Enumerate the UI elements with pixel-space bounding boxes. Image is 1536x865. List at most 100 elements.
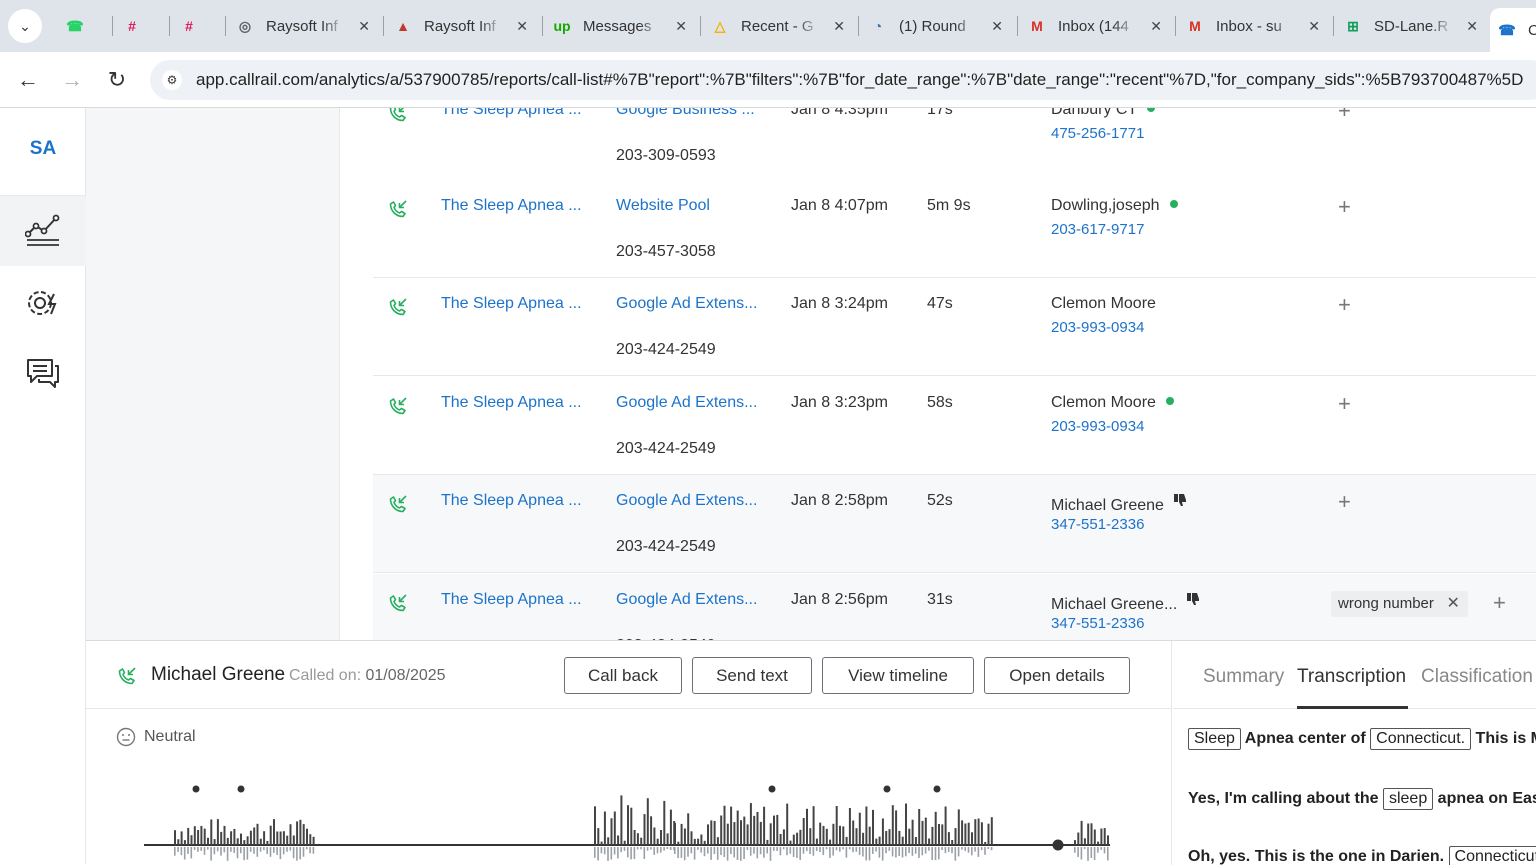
source-link[interactable]: Google Ad Extens... <box>616 492 757 510</box>
waveform-bar-secondary <box>796 847 798 858</box>
waveform-bar <box>730 806 733 845</box>
caller-name[interactable]: Michael Greene <box>1051 497 1164 514</box>
company-link[interactable]: The Sleep Apnea ... <box>441 108 582 119</box>
add-tag-icon[interactable]: + <box>1338 292 1351 318</box>
waveform-bar-secondary <box>617 847 619 859</box>
open-details-button[interactable]: Open details <box>984 657 1130 694</box>
company-link[interactable]: The Sleep Apnea ... <box>441 197 582 215</box>
settings-nav-item[interactable] <box>0 268 86 338</box>
site-settings-icon[interactable]: ⚙ <box>162 70 182 90</box>
table-row[interactable]: The Sleep Apnea ... Google Ad Extens... 20… <box>373 278 1536 376</box>
add-tag-icon[interactable]: + <box>1338 108 1351 124</box>
close-tab-icon[interactable]: ✕ <box>1150 18 1162 35</box>
view-timeline-button[interactable]: View timeline <box>822 657 974 694</box>
back-arrow-icon[interactable]: ← <box>14 66 42 94</box>
caller-phone-link[interactable]: 203-993-0934 <box>1051 418 1144 435</box>
conversations-nav-item[interactable] <box>0 338 86 408</box>
waveform-bar <box>1083 838 1086 845</box>
account-logo[interactable]: SA <box>0 138 86 160</box>
waveform-bar-secondary <box>858 847 861 855</box>
waveform-bar-secondary <box>600 847 603 854</box>
table-row[interactable]: The Sleep Apnea ... Website Pool 203-457-3… <box>373 180 1536 278</box>
source-link[interactable]: Google Ad Extens... <box>616 295 757 313</box>
company-link[interactable]: The Sleep Apnea ... <box>441 492 582 510</box>
close-tab-icon[interactable]: ✕ <box>1466 18 1478 35</box>
send-text-button[interactable]: Send text <box>692 657 812 694</box>
forward-arrow-icon[interactable]: → <box>58 66 86 94</box>
reload-icon[interactable]: ↻ <box>103 66 131 94</box>
source-link[interactable]: Website Pool <box>616 197 710 215</box>
caller-phone-link[interactable]: 475-256-1771 <box>1051 125 1144 142</box>
tab-transcription[interactable]: Transcription <box>1297 666 1406 688</box>
browser-tab[interactable]: # <box>115 7 171 45</box>
keyword-marker[interactable] <box>883 785 891 793</box>
remove-tag-icon[interactable]: ✕ <box>1446 591 1459 617</box>
waveform-bar <box>302 824 305 845</box>
keyword-marker[interactable] <box>237 785 245 793</box>
audio-waveform[interactable] <box>144 781 1110 865</box>
add-tag-icon[interactable]: + <box>1493 590 1506 616</box>
close-tab-icon[interactable]: ✕ <box>991 18 1003 35</box>
caller-phone-link[interactable]: 347-551-2336 <box>1051 615 1144 632</box>
company-link[interactable]: The Sleep Apnea ... <box>441 591 582 609</box>
caller-phone-link[interactable]: 203-993-0934 <box>1051 319 1144 336</box>
called-on-label: Called on: <box>289 667 362 684</box>
waveform-bar-secondary <box>279 847 282 860</box>
browser-tab[interactable]: ◔ (1) Round ✕ <box>861 7 1011 45</box>
browser-tab[interactable]: M Inbox (144 ✕ <box>1020 7 1170 45</box>
table-row[interactable]: The Sleep Apnea ... Google Ad Extens... 20… <box>373 377 1536 475</box>
caller-phone-link[interactable]: 203-617-9717 <box>1051 221 1144 238</box>
browser-tab[interactable]: M Inbox - su ✕ <box>1178 7 1328 45</box>
caller-phone-link[interactable]: 347-551-2336 <box>1051 516 1144 533</box>
add-tag-icon[interactable]: + <box>1338 194 1351 220</box>
waveform-bar-secondary <box>1093 847 1096 860</box>
add-tag-icon[interactable]: + <box>1338 489 1351 515</box>
call-back-button[interactable]: Call back <box>564 657 682 694</box>
playhead-handle[interactable] <box>1052 839 1064 851</box>
waveform-bar-secondary <box>680 847 683 858</box>
keyword-marker[interactable] <box>192 785 200 793</box>
waveform-bar-secondary <box>891 847 894 857</box>
keyword-marker[interactable] <box>933 785 941 793</box>
waveform-bar-secondary <box>990 847 993 851</box>
source-link[interactable]: Google Ad Extens... <box>616 591 757 609</box>
browser-tab[interactable]: △ Recent - G ✕ <box>703 7 853 45</box>
company-link[interactable]: The Sleep Apnea ... <box>441 394 582 412</box>
browser-tab[interactable]: ⊞ SD-Lane.R ✕ <box>1336 7 1486 45</box>
browser-tab[interactable]: up Messages ✕ <box>545 7 695 45</box>
close-tab-icon[interactable]: ✕ <box>1308 18 1320 35</box>
address-bar[interactable]: ⚙ app.callrail.com/analytics/a/537900785… <box>150 60 1536 100</box>
add-tag-icon[interactable]: + <box>1338 391 1351 417</box>
tab-search-chevron-icon[interactable]: ⌄ <box>8 9 42 43</box>
browser-tab[interactable]: ◎ Raysoft Inf ✕ <box>228 7 378 45</box>
browser-tab[interactable]: # <box>172 7 228 45</box>
waveform-bar-secondary <box>984 847 986 855</box>
source-link[interactable]: Google Ad Extens... <box>616 394 757 412</box>
caller-name[interactable]: Michael Greene... <box>1051 596 1177 613</box>
waveform-bar <box>911 819 914 845</box>
close-tab-icon[interactable]: ✕ <box>358 18 370 35</box>
caller-name[interactable]: Clemon Moore <box>1051 295 1156 312</box>
caller-name[interactable]: Dowling,joseph <box>1051 197 1160 214</box>
browser-tab[interactable]: ☎ C <box>1490 8 1536 52</box>
company-link[interactable]: The Sleep Apnea ... <box>441 295 582 313</box>
caller-name[interactable]: Danbury CT <box>1051 108 1137 118</box>
tab-summary[interactable]: Summary <box>1203 666 1284 688</box>
analytics-nav-item[interactable] <box>0 196 86 266</box>
roundcube-icon: ◔ <box>873 18 883 34</box>
close-tab-icon[interactable]: ✕ <box>675 18 687 35</box>
table-row[interactable]: The Sleep Apnea ...Google Ad Extens...20… <box>373 475 1536 573</box>
caller-name[interactable]: Clemon Moore <box>1051 394 1156 411</box>
tab-classification[interactable]: Classification <box>1421 666 1533 688</box>
close-tab-icon[interactable]: ✕ <box>833 18 845 35</box>
browser-tab[interactable]: ▲ Raysoft Inf ✕ <box>386 7 536 45</box>
keyword-marker[interactable] <box>768 785 776 793</box>
close-tab-icon[interactable]: ✕ <box>516 18 528 35</box>
browser-tab[interactable]: ☎ <box>58 7 114 45</box>
sentiment-label: Neutral <box>144 728 196 745</box>
table-row[interactable]: The Sleep Apnea ...Google Ad Extens...20… <box>373 574 1536 640</box>
waveform-bar <box>815 838 818 845</box>
source-link[interactable]: Google Business ... <box>616 108 755 119</box>
waveform-bar-secondary <box>697 847 699 850</box>
table-row[interactable]: The Sleep Apnea ... Google Business ... 20… <box>373 108 1536 182</box>
